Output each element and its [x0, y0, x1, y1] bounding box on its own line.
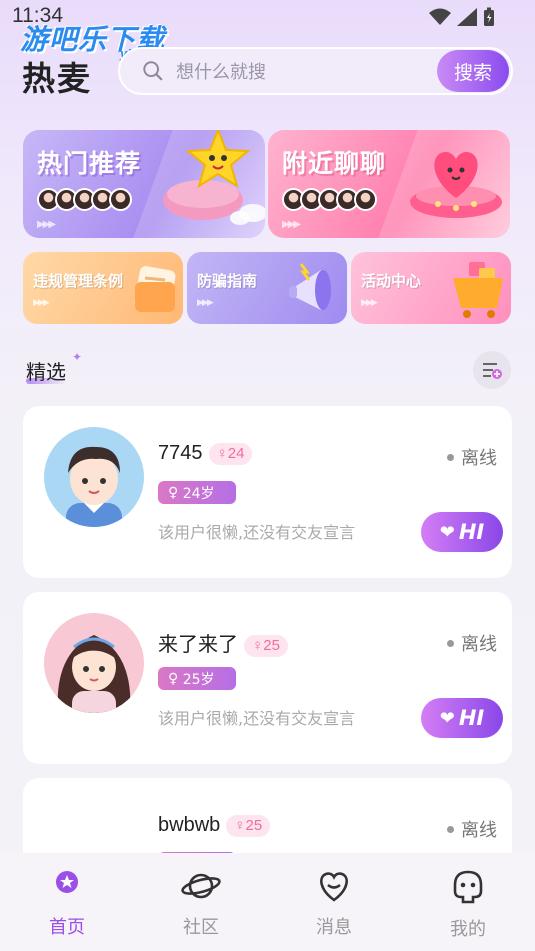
banner-title: 附近聊聊: [282, 149, 387, 178]
filter-button[interactable]: [473, 351, 511, 389]
user-card[interactable]: 7745 ♀ 24 ♀ 24岁 该用户很懒,还没有交友宣言 离线 ❤ HI: [23, 406, 512, 578]
user-bio: 该用户很懒,还没有交友宣言: [158, 709, 356, 728]
signal-icon: [457, 8, 477, 26]
banner-violation-rules[interactable]: 违规管理条例 ▶▶▶: [23, 252, 183, 324]
user-name-line: bwbwb ♀ 25: [158, 814, 271, 837]
user-name: 来了来了: [158, 634, 238, 656]
female-icon: ♀: [168, 670, 183, 687]
status-dot: [447, 639, 454, 647]
heart-ufo-illustration: [410, 152, 502, 218]
user-name: bwbwb: [158, 814, 221, 836]
online-status: 离线: [447, 816, 497, 842]
banner-title: 违规管理条例: [33, 272, 124, 290]
avatar: [44, 427, 144, 527]
female-icon: ♀: [216, 445, 228, 463]
online-status: 离线: [447, 630, 497, 656]
search-button[interactable]: 搜索: [437, 50, 509, 92]
female-icon: ♀: [234, 817, 246, 835]
user-card[interactable]: 来了来了 ♀ 25 ♀ 25岁 该用户很懒,还没有交友宣言 离线 ❤ HI: [23, 592, 512, 764]
tab-home[interactable]: 首页: [27, 869, 107, 939]
planet-icon: [181, 873, 221, 899]
tab-profile[interactable]: 我的: [428, 869, 508, 941]
banner-hot-recommend[interactable]: 热门推荐 ▶▶▶: [23, 130, 265, 238]
banner-nearby-chat[interactable]: 附近聊聊 ▶▶▶: [268, 130, 510, 238]
user-name-line: 7745 ♀ 24: [158, 442, 253, 465]
system-icons: [429, 7, 495, 27]
wifi-icon: [429, 8, 451, 25]
search-bar[interactable]: 想什么就搜 搜索: [118, 47, 513, 95]
user-bio: 该用户很懒,还没有交友宣言: [158, 523, 356, 542]
home-icon: [56, 871, 78, 893]
avatar: [44, 613, 144, 713]
star-airplane-illustration: [163, 130, 265, 225]
gender-badge: ♀ 25: [226, 814, 271, 837]
arrow-icon: ▶▶▶: [282, 219, 301, 230]
arrow-icon: ▶▶▶: [37, 219, 56, 230]
app-logo: 热麦: [22, 59, 92, 98]
shopping-cart-icon: [453, 262, 503, 318]
female-icon: ♀: [168, 484, 183, 501]
heart-icon: ❤: [439, 521, 455, 543]
bottom-tab-bar: 首页 社区 消息 我的: [0, 853, 535, 951]
profile-icon: [453, 870, 483, 904]
say-hi-button[interactable]: ❤ HI: [421, 512, 503, 552]
banner-activity-center[interactable]: 活动中心 ▶▶▶: [351, 252, 511, 324]
online-status: 离线: [447, 444, 497, 470]
search-icon: [143, 61, 163, 81]
avatar: [109, 188, 132, 211]
say-hi-button[interactable]: ❤ HI: [421, 698, 503, 738]
female-icon: ♀: [252, 637, 264, 655]
section-title: 精选: [26, 360, 66, 384]
status-dot: [447, 825, 454, 833]
filter-icon: [483, 363, 502, 379]
battery-icon: [484, 7, 494, 26]
tab-messages[interactable]: 消息: [294, 869, 374, 939]
gender-badge: ♀ 25: [244, 634, 288, 657]
banner-anti-fraud[interactable]: 防骗指南 ▶▶▶: [187, 252, 347, 324]
heart-chat-icon: [320, 872, 348, 902]
status-dot: [447, 453, 454, 461]
banner-title: 热门推荐: [37, 149, 142, 178]
tab-community[interactable]: 社区: [161, 869, 241, 939]
arrow-icon: ▶▶▶: [197, 298, 214, 308]
user-name: 7745: [158, 442, 203, 464]
gender-badge: ♀ 24: [208, 442, 253, 465]
user-name-line: 来了来了 ♀ 25: [158, 628, 288, 657]
search-input[interactable]: 想什么就搜: [176, 58, 437, 84]
megaphone-icon: [289, 263, 331, 310]
age-tag: ♀ 24岁: [158, 481, 236, 504]
arrow-icon: ▶▶▶: [361, 298, 378, 308]
document-icon: [134, 266, 176, 312]
sparkle-icon: ✦: [72, 350, 83, 364]
age-tag: ♀ 25岁: [158, 667, 236, 690]
avatar-group: [282, 188, 377, 211]
banner-title: 活动中心: [361, 272, 422, 290]
heart-icon: ❤: [439, 707, 455, 729]
avatar: [354, 188, 377, 211]
banner-title: 防骗指南: [197, 272, 258, 290]
arrow-icon: ▶▶▶: [33, 298, 50, 308]
avatar-group: [37, 188, 132, 211]
